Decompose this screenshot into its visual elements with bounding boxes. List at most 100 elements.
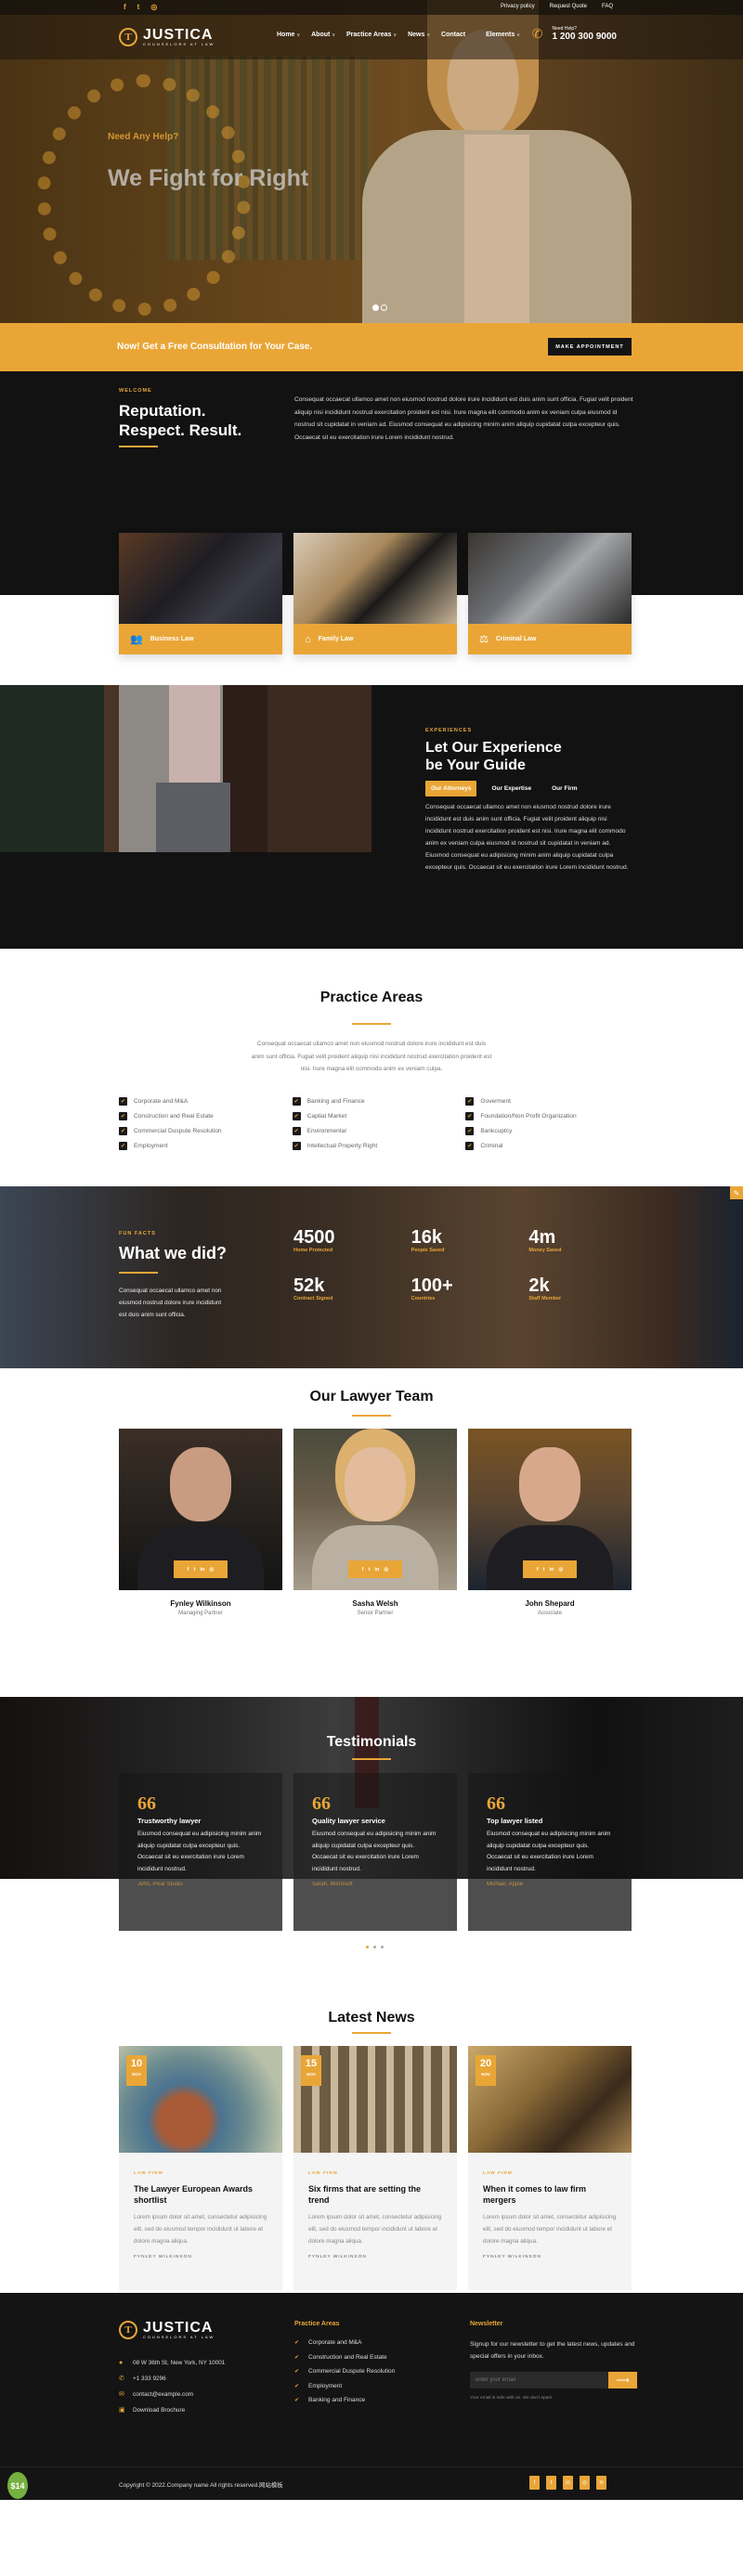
footer-phone[interactable]: ✆ +1 333 9296	[119, 2375, 225, 2383]
privacy-policy-link[interactable]: Privacy policy	[501, 4, 535, 9]
dribbble-icon[interactable]: ◎	[384, 1567, 388, 1573]
practice-item[interactable]: ✔ Criminal	[465, 1140, 639, 1151]
footer-practice-link[interactable]: ✔ Construction and Real Estate	[294, 2354, 395, 2361]
twitter-icon[interactable]: t	[546, 2476, 556, 2490]
footer-logo[interactable]: T JUSTICA COUNSELORS AT LAW	[119, 2320, 215, 2339]
check-icon: ✔	[465, 1111, 475, 1120]
news-title[interactable]: The Lawyer European Awards shortlist	[134, 2183, 267, 2206]
tab-our-firm[interactable]: Our Firm	[546, 781, 582, 796]
news-category[interactable]: LAW FIRM	[308, 2171, 442, 2176]
pagination-dot[interactable]	[373, 1946, 376, 1948]
scales-logo-icon: T	[119, 28, 137, 46]
twitter-icon[interactable]: t	[194, 1567, 196, 1573]
slider-dot[interactable]	[372, 304, 379, 311]
footer-email[interactable]: ✉ contact@example.com	[119, 2390, 225, 2399]
practice-item[interactable]: ✔ Bankcuptcy	[465, 1125, 639, 1136]
rss-icon[interactable]: ≋	[596, 2476, 606, 2490]
welcome-kicker: WELCOME	[119, 388, 152, 394]
footer-practice-areas: Practice Areas ✔ Corporate and M&A ✔ Const…	[294, 2321, 395, 2403]
news-card[interactable]: 10 NOV LAW FIRM The Lawyer European Award…	[119, 2046, 282, 2290]
footer-practice-link[interactable]: ✔ Banking and Finance	[294, 2397, 395, 2403]
service-card-business-law[interactable]: 👥 Business Law	[119, 533, 282, 654]
member-role: Managing Partner	[178, 1611, 223, 1616]
tab-our-attorneys[interactable]: Our Attorneys	[425, 781, 477, 796]
team-member-card[interactable]: f t in ◎ Sasha Welsh Senior Partner	[293, 1429, 457, 1616]
twitter-icon[interactable]: t	[543, 1567, 545, 1573]
testimonial-author: Michael, Apple	[487, 1882, 524, 1887]
help-phone[interactable]: ✆ Need Help? 1 200 300 9000	[532, 26, 617, 42]
tab-our-expertise[interactable]: Our Expertise	[486, 781, 537, 796]
section-title: Our Lawyer Team	[309, 1389, 434, 1405]
logo[interactable]: T JUSTICA COUNSELORS AT LAW	[119, 27, 215, 46]
testimonial-text: Eiusmod consequat eu adipisicing minim a…	[312, 1831, 437, 1872]
practice-item[interactable]: ✔ Foundation/Non Profit Organization	[465, 1110, 639, 1121]
edit-icon[interactable]: ✎	[730, 1186, 743, 1199]
service-label: Criminal Law	[495, 636, 537, 642]
dribbble-icon[interactable]: ◎	[558, 1567, 563, 1573]
quote-icon: 66	[487, 1793, 505, 1814]
instagram-icon[interactable]: ◎	[150, 3, 157, 11]
make-appointment-button[interactable]: MAKE APPOINTMENT	[548, 338, 632, 356]
linkedin-icon[interactable]: in	[374, 1567, 379, 1573]
price-badge[interactable]: $14	[7, 2472, 28, 2499]
pagination-dot[interactable]	[366, 1946, 369, 1948]
nav-elements[interactable]: Elements ∨	[486, 32, 520, 38]
pagination-dot[interactable]	[381, 1946, 384, 1948]
team-member-card[interactable]: f t in ◎ Fynley Wilkinson Managing Partner	[119, 1429, 282, 1616]
linkedin-icon[interactable]: in	[563, 2476, 573, 2490]
practice-item[interactable]: ✔ Intellectual Property Right	[292, 1140, 466, 1151]
team-member-card[interactable]: f t in ◎ John Shepard Associate	[468, 1429, 632, 1616]
practice-item[interactable]: ✔ Corporate and M&A	[119, 1095, 293, 1107]
facebook-icon[interactable]: f	[124, 3, 126, 11]
practice-item[interactable]: ✔ Environmental	[292, 1125, 466, 1136]
news-title[interactable]: Six firms that are setting the trend	[308, 2183, 442, 2206]
newsletter-submit-button[interactable]: ⟶	[608, 2372, 637, 2388]
news-category[interactable]: LAW FIRM	[483, 2171, 617, 2176]
chevron-down-icon: ∨	[332, 32, 336, 38]
twitter-icon[interactable]: t	[369, 1567, 371, 1573]
practice-item[interactable]: ✔ Captial Market	[292, 1110, 466, 1121]
location-icon: ●	[119, 2360, 124, 2366]
practice-item[interactable]: ✔ Construction and Real Estate	[119, 1110, 293, 1121]
slider-dot[interactable]	[381, 304, 387, 311]
twitter-icon[interactable]: t	[137, 3, 140, 11]
stat-item: 100+ Countries	[411, 1275, 453, 1301]
member-name: Fynley Wilkinson	[170, 1599, 231, 1608]
practice-item[interactable]: ✔ Employment	[119, 1140, 293, 1151]
download-brochure-link[interactable]: ▣ Download Brochure	[119, 2406, 225, 2414]
nav-home[interactable]: Home ∨	[277, 32, 300, 38]
news-card[interactable]: 15 NOV LAW FIRM Six firms that are settin…	[293, 2046, 457, 2290]
dribbble-icon[interactable]: ◎	[209, 1567, 214, 1573]
footer-practice-link[interactable]: ✔ Employment	[294, 2383, 395, 2389]
news-author[interactable]: FYNLEY WILKINSON	[483, 2255, 617, 2259]
news-author[interactable]: FYNLEY WILKINSON	[134, 2255, 267, 2259]
news-author[interactable]: FYNLEY WILKINSON	[308, 2255, 442, 2259]
nav-contact[interactable]: Contact	[441, 32, 465, 38]
news-category[interactable]: LAW FIRM	[134, 2171, 267, 2176]
service-card-family-law[interactable]: ⌂ Family Law	[293, 533, 457, 654]
linkedin-icon[interactable]: in	[549, 1567, 554, 1573]
news-title[interactable]: When it comes to law firm mergers	[483, 2183, 617, 2206]
nav-about[interactable]: About ∨	[311, 32, 335, 38]
newsletter-email-input[interactable]	[470, 2372, 608, 2388]
facebook-icon[interactable]: f	[537, 1567, 539, 1573]
practice-item[interactable]: ✔ Goverment	[465, 1095, 639, 1107]
linkedin-icon[interactable]: in	[200, 1567, 204, 1573]
nav-news[interactable]: News ∨	[408, 32, 430, 38]
practice-item[interactable]: ✔ Commercial Duspute Resolution	[119, 1125, 293, 1136]
request-quote-link[interactable]: Request Quote	[550, 4, 587, 9]
footer-practice-link[interactable]: ✔ Corporate and M&A	[294, 2339, 395, 2346]
testimonial-text: Eiusmod consequat eu adipisicing minim a…	[487, 1831, 611, 1872]
section-title: Practice Areas	[319, 990, 424, 1005]
facebook-icon[interactable]: f	[529, 2476, 540, 2490]
faq-link[interactable]: FAQ	[602, 4, 613, 9]
dribbble-icon[interactable]: ◎	[580, 2476, 590, 2490]
nav-practice-areas[interactable]: Practice Areas ∨	[346, 32, 397, 38]
practice-item[interactable]: ✔ Banking and Finance	[292, 1095, 466, 1107]
service-card-criminal-law[interactable]: ⚖ Criminal Law	[468, 533, 632, 654]
facebook-icon[interactable]: f	[362, 1567, 364, 1573]
facebook-icon[interactable]: f	[188, 1567, 189, 1573]
footer-contact: ● 08 W 36th St, New York, NY 10001 ✆ +1 33…	[119, 2360, 225, 2414]
footer-practice-link[interactable]: ✔ Commercial Duspute Resolution	[294, 2368, 395, 2375]
news-card[interactable]: 20 NOV LAW FIRM When it comes to law firm…	[468, 2046, 632, 2290]
